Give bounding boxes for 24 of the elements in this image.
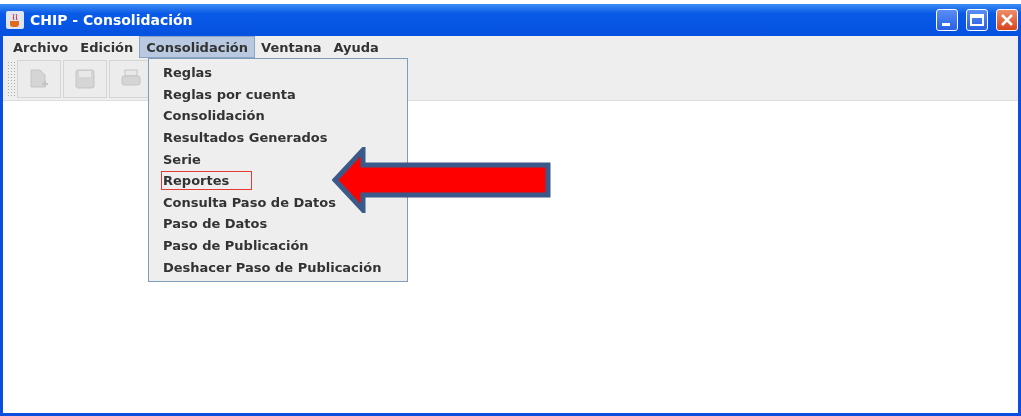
menu-item[interactable]: Consulta Paso de Datos: [161, 192, 340, 212]
menu-item[interactable]: Consolidación: [161, 106, 269, 126]
menu-item[interactable]: Ventana: [255, 36, 328, 58]
minimize-icon: [942, 22, 950, 26]
maximize-button[interactable]: [966, 9, 988, 31]
menu-item[interactable]: Edición: [74, 36, 140, 58]
close-button[interactable]: [996, 9, 1018, 31]
window-title: CHIP - Consolidación: [30, 12, 194, 28]
minimize-button[interactable]: [936, 9, 958, 31]
menu-item[interactable]: Reglas por cuenta: [161, 84, 300, 104]
close-icon: [1001, 14, 1013, 26]
coffee-cup-icon: [6, 11, 24, 29]
menu-item[interactable]: Paso de Publicación: [161, 236, 313, 256]
menu-item[interactable]: Reglas: [161, 63, 217, 83]
maximize-icon: [970, 14, 984, 26]
new-document-icon: [27, 67, 51, 91]
menu-item[interactable]: Archivo: [7, 36, 75, 58]
menu-item[interactable]: Serie: [161, 149, 205, 169]
menu-item[interactable]: Consolidación: [139, 36, 256, 58]
menu-item[interactable]: Resultados Generados: [161, 128, 332, 148]
menu-item[interactable]: Deshacer Paso de Publicación: [161, 257, 386, 277]
menu-item[interactable]: Ayuda: [327, 36, 385, 58]
menu-item[interactable]: Paso de Datos: [161, 214, 272, 234]
menu-item[interactable]: Reportes: [161, 171, 253, 191]
